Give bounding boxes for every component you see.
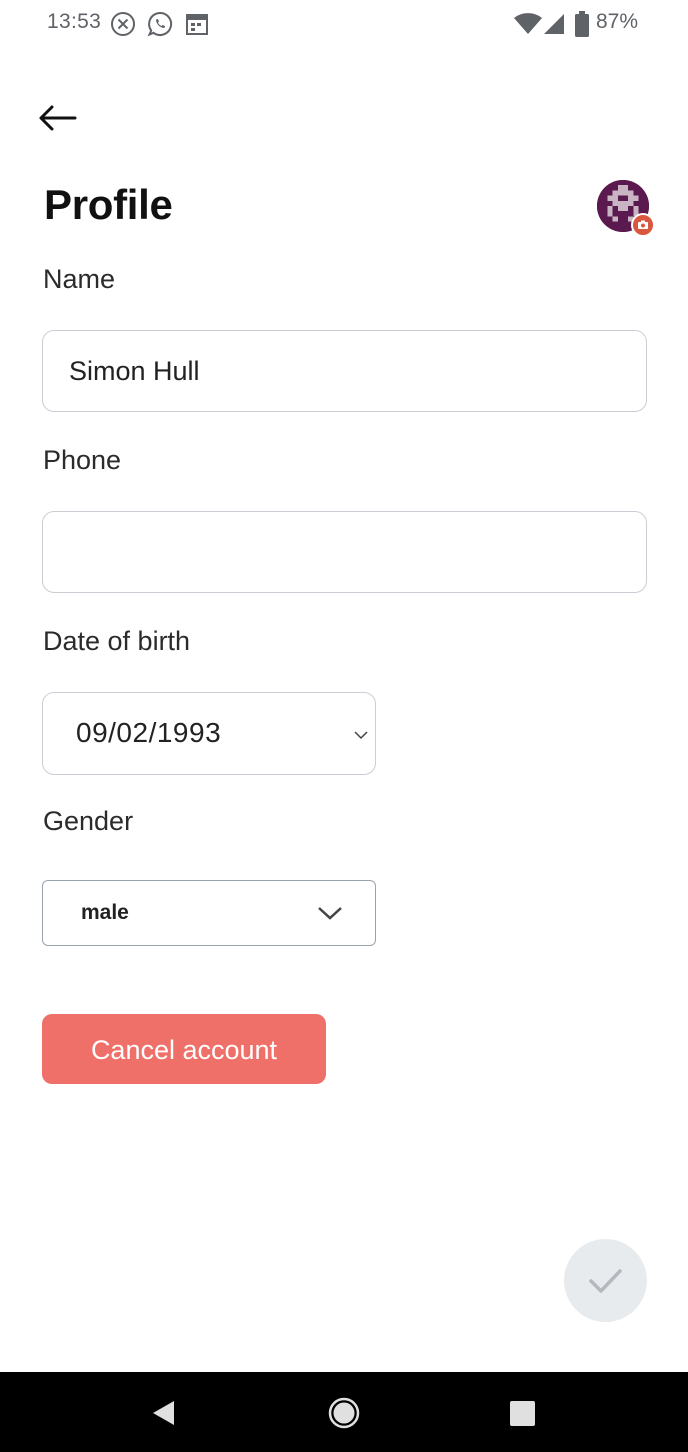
cancel-account-button[interactable]: Cancel account <box>42 1014 326 1084</box>
chevron-down-icon <box>317 905 343 926</box>
name-label: Name <box>43 264 116 294</box>
dob-label: Date of birth <box>43 626 191 656</box>
recents-square-icon <box>506 1401 540 1434</box>
system-navigation-bar <box>0 1372 688 1452</box>
back-button[interactable] <box>36 98 80 138</box>
save-button[interactable] <box>564 1239 647 1322</box>
home-circle-icon <box>327 1397 361 1434</box>
nav-home-button[interactable] <box>327 1396 361 1430</box>
nav-back-button[interactable] <box>148 1396 182 1430</box>
battery-percentage: 87% <box>596 10 639 33</box>
profile-avatar-button[interactable] <box>597 180 655 237</box>
status-bar: 13:53 87% <box>0 0 688 48</box>
gender-label: Gender <box>43 806 134 836</box>
whatsapp-icon <box>147 11 173 42</box>
page-title: Profile <box>44 181 173 228</box>
gender-select[interactable]: male <box>42 880 376 946</box>
nav-recents-button[interactable] <box>506 1396 540 1430</box>
signal-icon <box>543 13 565 40</box>
phone-label: Phone <box>43 445 122 475</box>
name-input[interactable] <box>42 330 647 412</box>
gender-value: male <box>81 901 129 924</box>
battery-icon <box>575 11 589 42</box>
wifi-icon <box>514 13 542 40</box>
chevron-down-icon <box>353 727 369 745</box>
phone-input[interactable] <box>42 511 647 593</box>
camera-icon <box>631 213 655 237</box>
arrow-left-icon <box>36 105 80 142</box>
back-triangle-icon <box>148 1401 182 1434</box>
close-circle-icon <box>110 11 136 42</box>
dob-select[interactable]: 09/02/1993 <box>42 692 376 775</box>
status-time: 13:53 <box>47 10 102 33</box>
calendar-icon <box>185 11 209 42</box>
dob-value: 09/02/1993 <box>76 717 222 748</box>
